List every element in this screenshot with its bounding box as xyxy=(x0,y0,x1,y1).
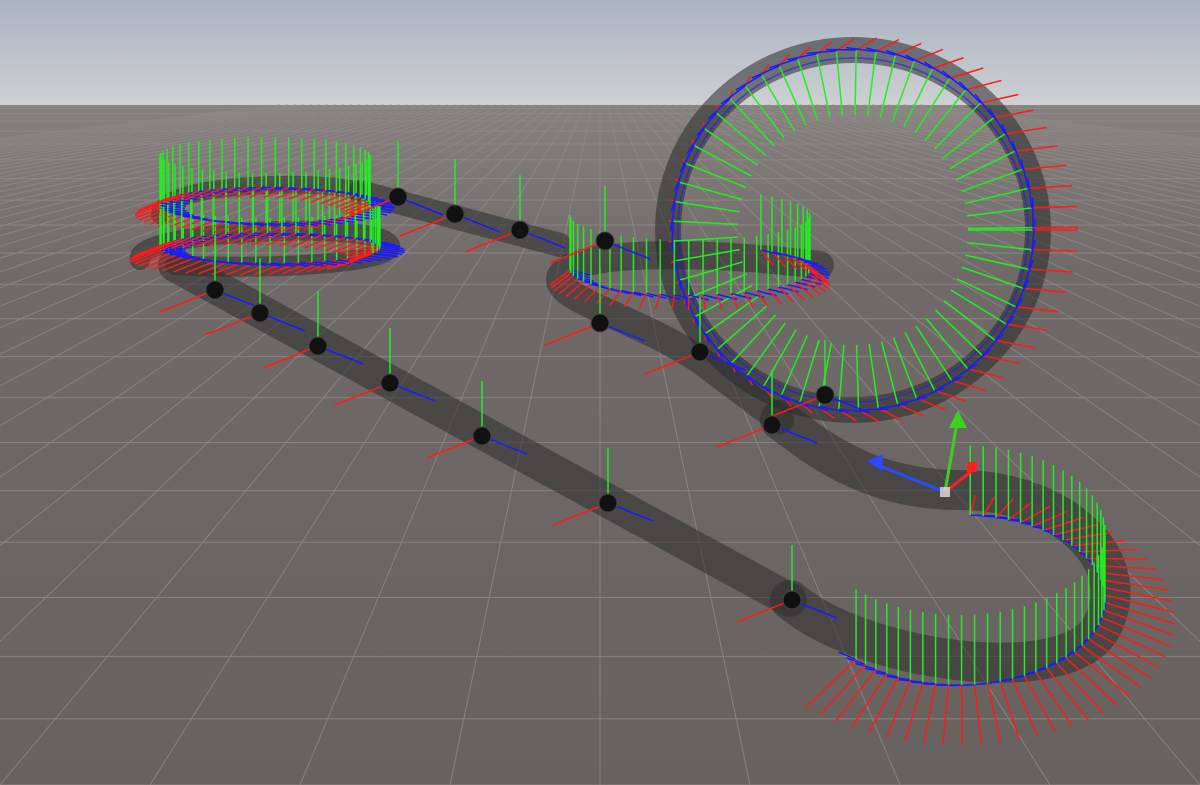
scene-viewport[interactable] xyxy=(0,0,1200,785)
spline-node-icon[interactable] xyxy=(388,187,408,207)
z-axis-tick xyxy=(826,48,857,51)
spline-node-icon[interactable] xyxy=(205,280,225,300)
scene-view-canvas[interactable] xyxy=(0,0,1200,785)
spline-node-icon[interactable] xyxy=(598,493,618,513)
x-axis-tick xyxy=(960,684,964,746)
spline-node-icon[interactable] xyxy=(762,415,782,435)
spline-node-icon[interactable] xyxy=(510,220,530,240)
spline-node-icon[interactable] xyxy=(445,204,465,224)
spline-node-icon[interactable] xyxy=(690,342,710,362)
spline-node-icon[interactable] xyxy=(472,426,492,446)
spline-node-icon[interactable] xyxy=(595,231,615,251)
spline-node-icon[interactable] xyxy=(250,303,270,323)
spline-node-icon[interactable] xyxy=(815,385,835,405)
spline-node-icon[interactable] xyxy=(590,313,610,333)
center-handle-icon[interactable] xyxy=(940,487,950,497)
y-axis-tick xyxy=(967,226,1033,230)
sky-background xyxy=(0,0,1200,110)
x-axis-handle-icon[interactable] xyxy=(967,462,977,472)
spline-node-icon[interactable] xyxy=(308,336,328,356)
spline-node-icon[interactable] xyxy=(782,590,802,610)
spline-node-icon[interactable] xyxy=(380,373,400,393)
